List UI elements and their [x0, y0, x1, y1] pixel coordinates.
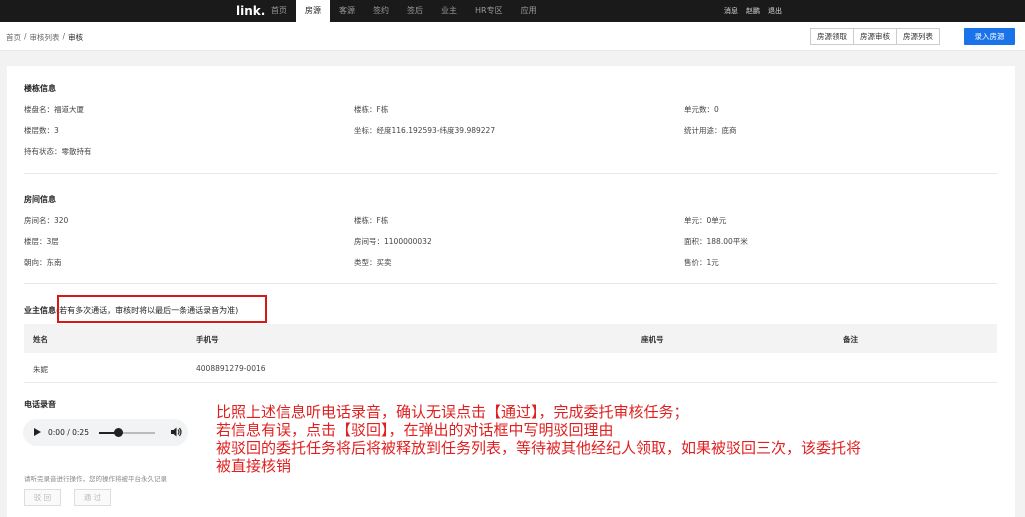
top-navbar: link. 首页 房源 客源 签约 签后 业主 HR专区 应用 消息 赵鹏 退出 — [0, 0, 1025, 22]
annotation-line: 若信息有误，点击【驳回】，在弹出的对话框中写明驳回理由 — [216, 421, 614, 439]
nav-item-owners[interactable]: 业主 — [432, 0, 466, 22]
nav-item-post-sign[interactable]: 签后 — [398, 0, 432, 22]
unit-count: 单元数：0 — [684, 105, 719, 114]
highlight-box — [57, 295, 267, 323]
app-logo: link. — [236, 4, 266, 18]
owner-phone-cell: 4008891279-0016 — [196, 364, 266, 373]
annotation-line: 比照上述信息听电话录音，确认无误点击【通过】，完成委托审核任务； — [216, 403, 689, 421]
reject-button[interactable]: 驳 回 — [24, 489, 61, 506]
play-icon[interactable] — [34, 428, 41, 436]
breadcrumb-separator: / — [62, 32, 66, 41]
room-unit: 单元：0单元 — [684, 216, 727, 225]
nav-item-listings[interactable]: 房源 — [296, 0, 330, 22]
holding-status: 持有状态：零散持有 — [24, 147, 92, 156]
nav-item-sign[interactable]: 签约 — [364, 0, 398, 22]
annotation-line: 被直接核销 — [216, 457, 292, 475]
username-link[interactable]: 赵鹏 — [746, 0, 760, 22]
divider — [24, 173, 997, 174]
column-header-notes: 备注 — [843, 335, 858, 344]
column-header-landline: 座机号 — [641, 335, 664, 344]
pass-button[interactable]: 通 过 — [74, 489, 111, 506]
building-info-title: 楼栋信息 — [24, 84, 56, 93]
room-price: 售价：1元 — [684, 258, 719, 267]
room-building: 楼栋：F栋 — [354, 216, 389, 225]
audio-time: 0:00 / 0:25 — [48, 428, 89, 437]
user-menu: 消息 赵鹏 退出 — [724, 0, 782, 22]
room-orientation: 朝向：东南 — [24, 258, 62, 267]
room-area: 面积：188.00平米 — [684, 237, 748, 246]
column-header-phone: 手机号 — [196, 335, 219, 344]
owner-table-header: 姓名 手机号 座机号 备注 — [24, 324, 997, 353]
annotation-line: 被驳回的委托任务将后将被释放到任务列表，等待被其他经纪人领取，如果被驳回三次，该… — [216, 439, 862, 457]
enter-listing-button[interactable]: 录入房源 — [964, 28, 1015, 45]
breadcrumb-review-list[interactable]: 审核列表 — [30, 32, 60, 43]
breadcrumb-current: 审核 — [68, 33, 84, 42]
audio-progress-knob[interactable] — [114, 428, 123, 437]
breadcrumb-home[interactable]: 首页 — [6, 32, 21, 43]
table-row-divider — [24, 382, 997, 383]
breadcrumb-separator: / — [24, 32, 27, 41]
main-nav: 首页 房源 客源 签约 签后 业主 HR专区 应用 — [262, 0, 546, 22]
divider — [24, 283, 997, 284]
claim-listing-button[interactable]: 房源领取 — [810, 28, 854, 45]
estate-name: 楼盘名：福道大厦 — [24, 105, 84, 114]
audio-player[interactable]: 0:00 / 0:25 — [23, 419, 188, 446]
review-listing-button[interactable]: 房源审核 — [853, 28, 897, 45]
room-type: 类型：买卖 — [354, 258, 392, 267]
listing-actions: 房源领取 房源审核 房源列表 — [810, 28, 940, 45]
messages-link[interactable]: 消息 — [724, 0, 738, 22]
logout-link[interactable]: 退出 — [768, 0, 782, 22]
column-header-name: 姓名 — [33, 335, 48, 344]
nav-item-clients[interactable]: 客源 — [330, 0, 364, 22]
breadcrumb: 首页 / 审核列表 / 审核 — [6, 32, 83, 43]
room-name: 房间名：320 — [24, 216, 69, 225]
coordinates: 坐标：经度116.192593-纬度39.989227 — [354, 126, 496, 135]
floor-count: 楼层数：3 — [24, 126, 59, 135]
listing-list-button[interactable]: 房源列表 — [896, 28, 940, 45]
nav-item-home[interactable]: 首页 — [262, 0, 296, 22]
volume-icon[interactable] — [170, 426, 182, 438]
building-name: 楼栋：F栋 — [354, 105, 389, 114]
usage: 统计用途：底商 — [684, 126, 737, 135]
sub-header: 首页 / 审核列表 / 审核 房源领取 房源审核 房源列表 录入房源 — [0, 22, 1025, 51]
room-info-title: 房间信息 — [24, 195, 56, 204]
room-floor: 楼层：3层 — [24, 237, 59, 246]
recording-hint: 请听完录音进行操作，您的操作将被平台永久记录 — [24, 475, 167, 483]
nav-item-hr[interactable]: HR专区 — [466, 0, 512, 22]
instruction-annotation: 比照上述信息听电话录音，确认无误点击【通过】，完成委托审核任务； 若信息有误，点… — [216, 403, 1016, 475]
recording-title: 电话录音 — [24, 400, 56, 409]
nav-item-apps[interactable]: 应用 — [512, 0, 546, 22]
owner-name-cell: 朱妮 — [33, 365, 48, 374]
room-number: 房间号：1100000032 — [354, 237, 432, 246]
owner-info-label: 业主信息 — [24, 306, 56, 315]
